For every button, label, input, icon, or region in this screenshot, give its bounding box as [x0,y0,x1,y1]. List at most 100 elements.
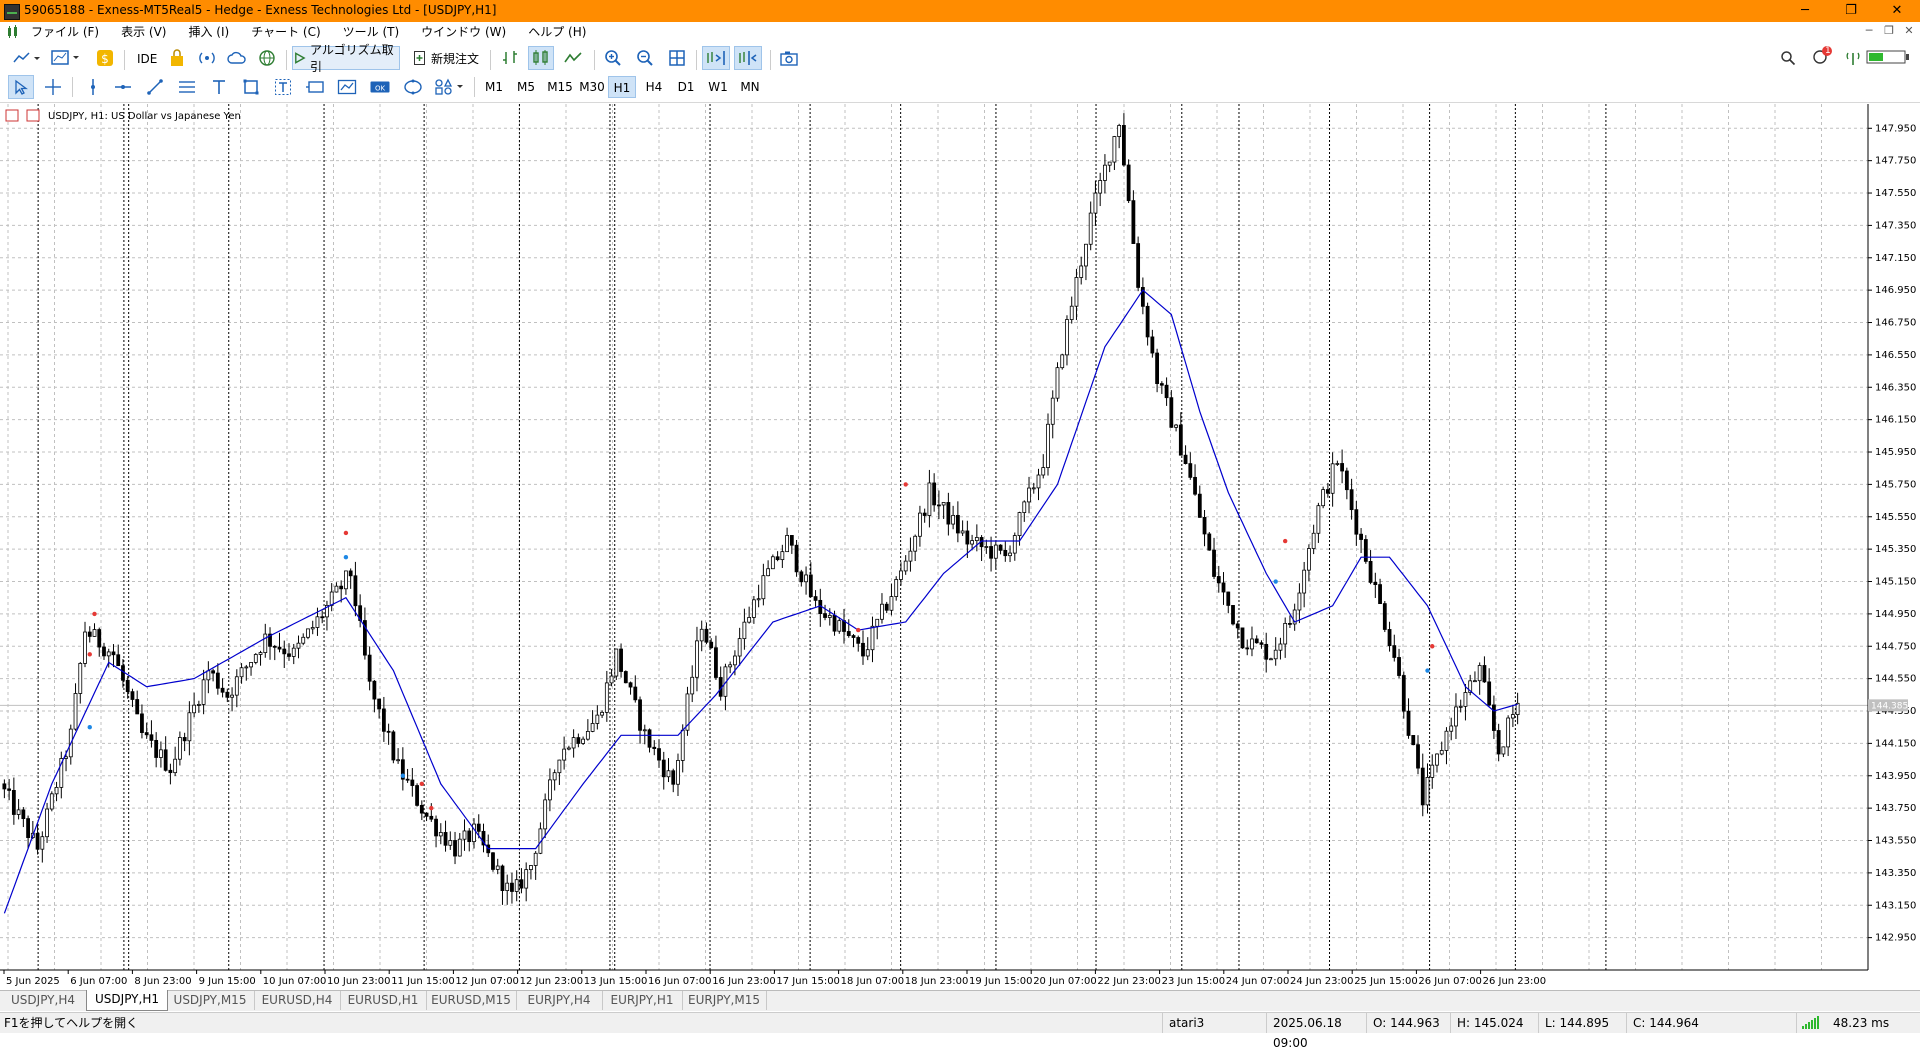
mdi-minimize-button[interactable]: ─ [1858,24,1880,37]
globe-icon [259,50,275,66]
algo-trading-button[interactable]: アルゴリズム取引 [292,43,400,74]
search-button[interactable] [1776,46,1800,70]
candlestick-button[interactable] [528,46,554,70]
chart-shift-button[interactable] [734,46,762,70]
menu-item-1[interactable]: 表示 (V) [110,22,177,42]
chart-window-menu-icon[interactable] [5,109,19,122]
menu-item-4[interactable]: ツール (T) [332,22,411,42]
candle-body [453,840,457,857]
text-label-tool[interactable] [270,75,296,99]
candle-body [974,537,979,542]
minimize-button[interactable]: ─ [1782,0,1828,22]
timeframe-m1[interactable]: M1 [480,76,508,98]
candle-body [808,574,813,597]
time-tick-label: 10 Jun 07:00 [263,976,327,987]
signal-arrow [429,805,434,811]
candle-body [1311,532,1316,549]
menu-item-6[interactable]: ヘルプ (H) [517,22,597,42]
candle-body [462,830,467,840]
timeframe-h1[interactable]: H1 [608,76,636,98]
notifications-button[interactable]: 1 [1808,44,1836,68]
horizontal-line-tool[interactable] [110,75,136,99]
time-tick-label: 12 Jun 07:00 [455,976,519,987]
candle-body [903,560,908,572]
timeframe-m30[interactable]: M30 [576,76,608,98]
screenshot-button[interactable] [776,46,802,70]
text-tool[interactable] [206,75,232,99]
restore-button[interactable]: ❐ [1828,0,1874,22]
chart-object-tool[interactable] [334,75,360,99]
rectangle-tool[interactable] [238,75,264,99]
zoom-out-button[interactable] [632,46,658,70]
price-tick-label: 144.750 [1875,641,1916,652]
new-chart-button[interactable] [10,46,44,70]
chart-tab[interactable]: USDJPY,M15 [166,991,255,1010]
menu-item-3[interactable]: チャート (C) [240,22,331,42]
timeframe-w1[interactable]: W1 [704,76,732,98]
candle-body [1454,706,1458,727]
candle-body [993,544,998,559]
timeframe-d1[interactable]: D1 [672,76,700,98]
chart-window-icon[interactable] [6,25,20,39]
chart-tab[interactable]: EURJPY,M15 [682,991,767,1010]
ide-button[interactable]: IDE [130,46,164,72]
new-order-button[interactable]: 新規注文 [408,46,484,70]
market-button[interactable]: $ [94,46,116,70]
candle-body [159,749,163,758]
candle-body [1420,767,1425,806]
line-chart-button[interactable] [560,46,586,70]
symbol-icon[interactable] [26,109,40,122]
menu-item-0[interactable]: ファイル (F) [20,22,110,42]
signal-arrow [343,555,349,560]
candle-body [880,603,884,620]
bar-chart-button[interactable] [498,46,524,70]
timeframe-m5[interactable]: M5 [512,76,540,98]
shapes-tool[interactable] [400,75,426,99]
trendline-tool[interactable] [142,75,168,99]
autoscroll-button[interactable] [702,46,730,70]
candle-body [918,512,922,537]
candle-body [1430,764,1435,778]
chart-tab[interactable]: EURUSD,H1 [340,991,427,1010]
time-tick-label: 12 Jun 23:00 [520,976,584,987]
chart-tab[interactable]: EURJPY,H4 [516,991,603,1010]
candle-body [73,693,78,730]
candle-body [211,670,215,674]
crosshair-tool[interactable] [40,75,66,99]
close-button[interactable]: ✕ [1874,0,1920,22]
menu-item-2[interactable]: 挿入 (I) [177,22,240,42]
chart-tab[interactable]: EURUSD,H4 [254,991,341,1010]
signals-button[interactable] [196,46,218,70]
trendline-icon [147,79,163,95]
vps-button[interactable] [226,46,248,70]
chart-tab[interactable]: USDJPY,H4 [0,991,87,1010]
price-label-tool[interactable] [302,75,328,99]
button-object-tool[interactable]: OK [366,75,394,99]
timeframe-m15[interactable]: M15 [544,76,576,98]
web-button[interactable] [256,46,278,70]
timeframe-h4[interactable]: H4 [640,76,668,98]
mdi-restore-button[interactable]: ❐ [1878,24,1900,37]
price-chart[interactable]: 147.950 147.750 147.550 147.350 147.150 146.9… [0,104,1920,990]
tile-windows-button[interactable] [664,46,690,70]
more-objects-button[interactable] [432,75,468,99]
lock-button[interactable] [166,46,188,70]
candle-body [932,482,937,506]
price-tick-label: 146.150 [1875,415,1916,426]
chart-tab[interactable]: USDJPY,H1 [86,990,168,1011]
cursor-tool[interactable] [8,75,34,99]
chart-tab[interactable]: EURUSD,M15 [426,991,517,1010]
chart-template-button[interactable] [48,46,84,70]
zoom-in-button[interactable] [600,46,626,70]
candle-body [83,631,87,664]
candle-body [524,869,529,889]
timeframe-mn[interactable]: MN [736,76,764,98]
candle-body [633,686,638,701]
price-tick-label: 147.950 [1875,123,1916,134]
mdi-close-button[interactable]: ✕ [1898,24,1920,37]
channel-tool[interactable] [174,75,200,99]
chart-tab[interactable]: EURJPY,H1 [602,991,683,1010]
menu-item-5[interactable]: ウインドウ (W) [410,22,517,42]
vertical-line-tool[interactable] [80,75,106,99]
candle-body [1510,714,1515,719]
